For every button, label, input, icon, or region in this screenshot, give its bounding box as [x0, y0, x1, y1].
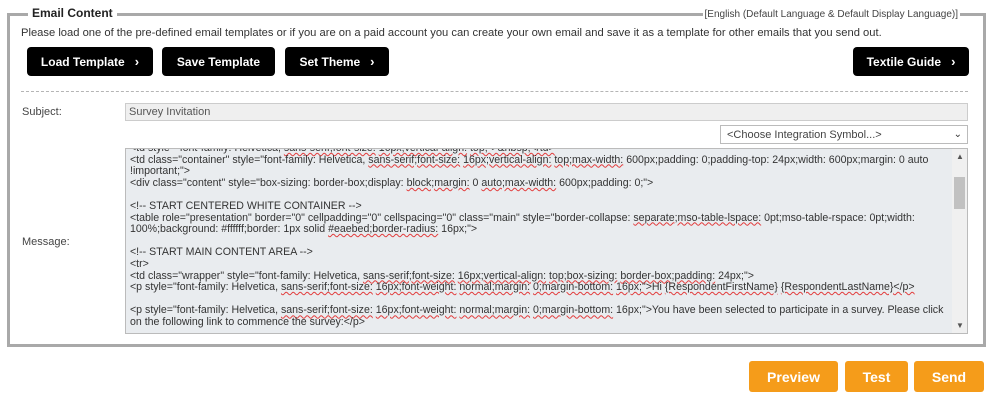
chevron-down-icon: ⌄: [953, 129, 962, 140]
chevron-right-icon: ›: [134, 54, 140, 69]
message-line: <!-- START MAIN CONTENT AREA -->: [130, 246, 313, 259]
message-line: <td class="container" style="font-family…: [130, 153, 932, 178]
set-theme-label: Set Theme: [299, 54, 361, 69]
chevron-right-icon: ›: [370, 54, 375, 69]
intro-text: Please load one of the pre-defined email…: [21, 27, 882, 39]
load-template-label: Load Template: [40, 54, 125, 69]
preview-button[interactable]: Preview: [749, 361, 838, 392]
message-line: <p style="font-family: Helvetica, sans-s…: [130, 304, 947, 328]
subject-label: Subject:: [22, 106, 62, 118]
message-line: <div class="content" style="box-sizing: …: [130, 176, 654, 189]
dashed-divider: [21, 91, 968, 92]
load-template-button[interactable]: Load Template ›: [27, 47, 153, 76]
subject-input[interactable]: Survey Invitation: [125, 103, 968, 121]
message-line: <p style="font-family: Helvetica, sans-s…: [130, 281, 915, 294]
message-label: Message:: [22, 236, 70, 248]
message-body: <td style="font-family: Helvetica, sans-…: [130, 149, 950, 329]
save-template-label: Save Template: [176, 54, 261, 69]
chevron-right-icon: ›: [951, 54, 956, 69]
integration-symbol-select[interactable]: <Choose Integration Symbol...> ⌄: [720, 125, 968, 144]
textarea-scrollbar[interactable]: ▲ ▼: [952, 149, 967, 333]
integration-select-value: <Choose Integration Symbol...>: [727, 128, 882, 141]
scroll-up-icon[interactable]: ▲: [956, 152, 964, 161]
message-textarea[interactable]: <td style="font-family: Helvetica, sans-…: [125, 148, 968, 334]
message-line: <table role="presentation" border="0" ce…: [130, 211, 918, 236]
send-button[interactable]: Send: [914, 361, 984, 392]
scroll-down-icon[interactable]: ▼: [956, 321, 964, 330]
textile-guide-label: Textile Guide: [866, 54, 942, 69]
test-button[interactable]: Test: [845, 361, 908, 392]
textile-guide-button[interactable]: Textile Guide ›: [853, 47, 969, 76]
section-legend: Email Content: [28, 6, 117, 20]
save-template-button[interactable]: Save Template: [162, 47, 275, 76]
language-note: [English (Default Language & Default Dis…: [702, 9, 960, 20]
scroll-thumb[interactable]: [954, 177, 965, 209]
message-line: <!-- START CENTERED WHITE CONTAINER -->: [130, 199, 362, 212]
set-theme-button[interactable]: Set Theme ›: [285, 47, 389, 76]
